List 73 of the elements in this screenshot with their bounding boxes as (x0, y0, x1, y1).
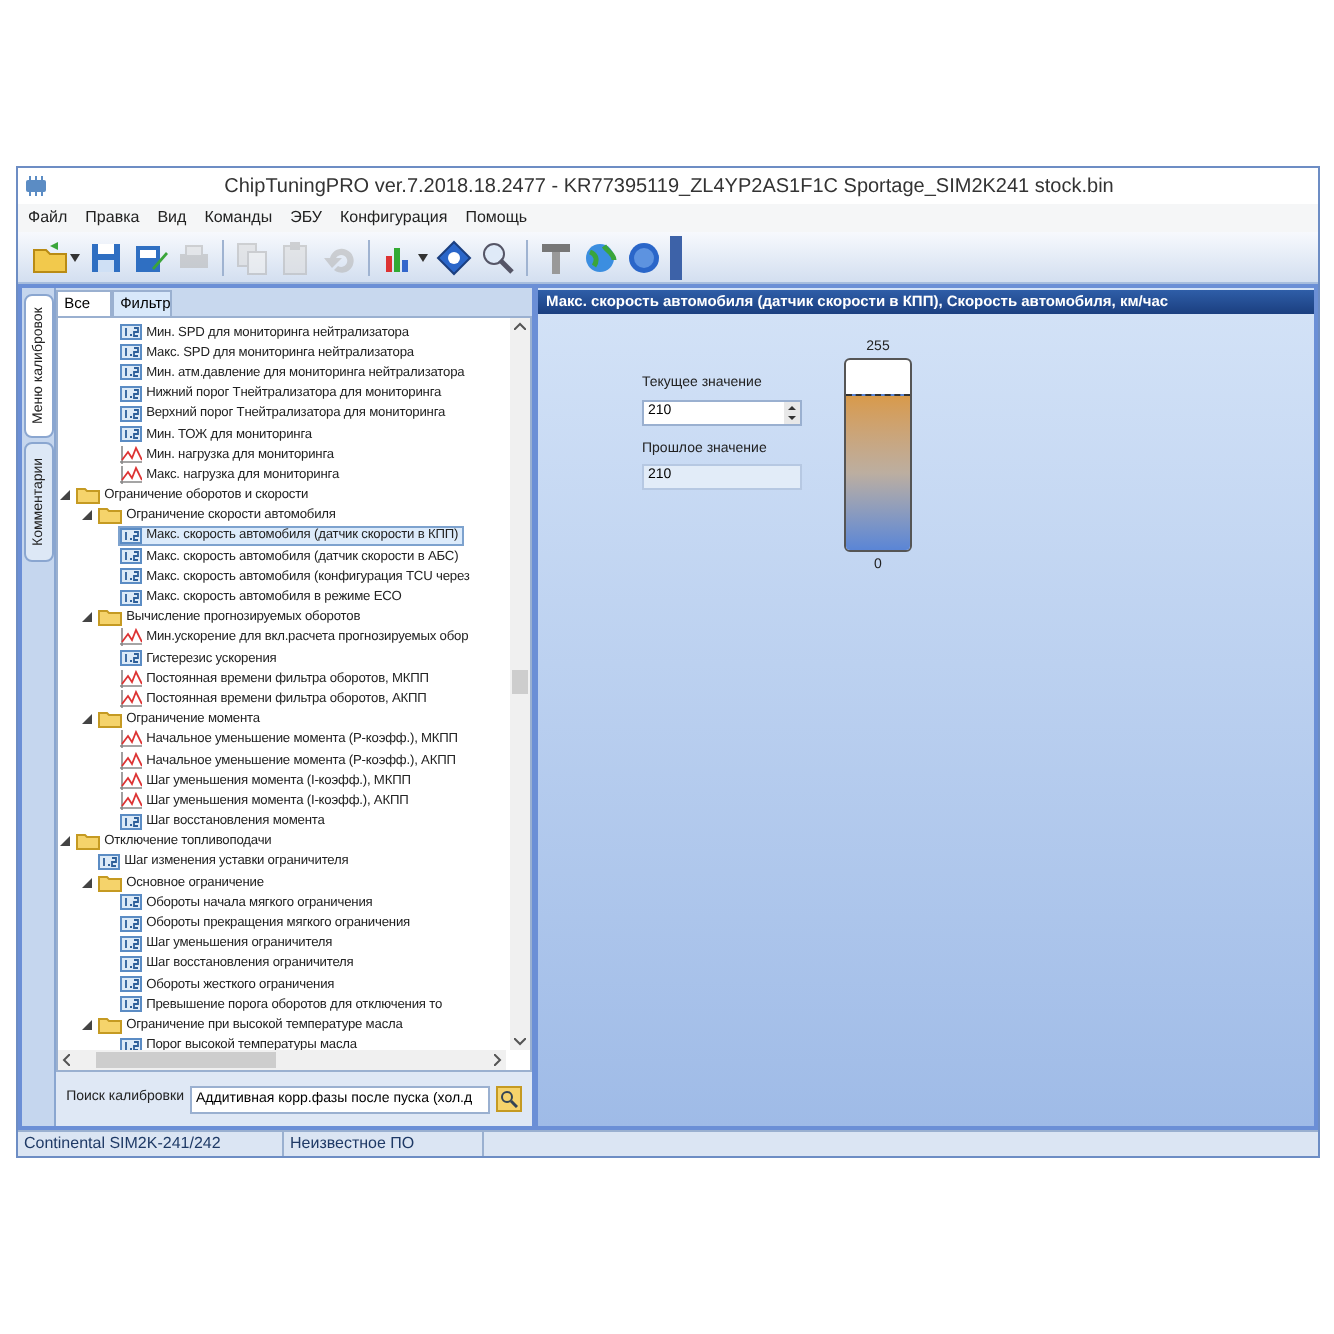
graph-icon (120, 465, 143, 484)
toolbar-overflow[interactable] (670, 235, 682, 279)
collapse-arrow-icon[interactable] (82, 612, 93, 623)
number-icon (98, 853, 121, 870)
number-icon (120, 935, 143, 952)
search-icon (500, 1090, 518, 1108)
number-icon (120, 589, 143, 606)
graph-icon (120, 771, 143, 790)
number-icon (120, 813, 143, 830)
folder-icon (32, 239, 68, 275)
menu-item[interactable]: Правка (85, 206, 140, 230)
collapse-arrow-icon[interactable] (82, 714, 93, 725)
graph-icon (120, 751, 143, 770)
horizontal-scrollbar[interactable] (58, 1050, 507, 1070)
collapse-arrow-icon[interactable] (60, 490, 71, 501)
app-icon (24, 176, 48, 196)
graph-icon (120, 730, 143, 749)
graph-icon (120, 669, 143, 688)
vertical-scrollbar[interactable] (510, 318, 530, 1050)
number-icon (120, 650, 143, 667)
menu-item[interactable]: Файл (28, 206, 68, 230)
number-icon (120, 426, 143, 443)
number-icon (120, 568, 143, 585)
number-icon (120, 955, 143, 972)
number-icon (120, 364, 143, 381)
scroll-right-icon[interactable] (494, 1054, 503, 1066)
menu-item[interactable]: ЭБУ (290, 206, 322, 230)
scroll-left-icon[interactable] (62, 1054, 71, 1066)
collapse-arrow-icon[interactable] (82, 877, 93, 888)
search-icon (480, 239, 516, 275)
diamond-icon (436, 239, 472, 275)
folder-icon (98, 873, 123, 892)
menu-item[interactable]: Команды (204, 206, 273, 230)
number-icon (120, 527, 143, 544)
scroll-down-icon[interactable] (514, 1038, 526, 1046)
folder-icon (98, 1015, 123, 1034)
toolbar-button[interactable] (432, 235, 476, 279)
collapse-arrow-icon[interactable] (60, 836, 71, 847)
copy-icon (234, 239, 270, 275)
graph-icon (120, 628, 143, 647)
collapse-arrow-icon[interactable] (82, 510, 93, 521)
folder-icon (98, 506, 123, 525)
search-button[interactable] (496, 1086, 522, 1112)
menu-item[interactable]: Помощь (465, 206, 528, 230)
graph-icon (120, 689, 143, 708)
caret-icon (418, 253, 428, 261)
number-icon (120, 548, 143, 565)
globe-icon (582, 239, 618, 275)
caret-icon (70, 253, 80, 261)
graph-icon (120, 445, 143, 464)
scrollbar-thumb[interactable] (512, 670, 528, 694)
number-icon (120, 915, 143, 932)
number-icon (120, 324, 143, 341)
folder-icon (76, 486, 101, 505)
scroll-up-icon[interactable] (514, 322, 526, 330)
menu-item[interactable]: Конфигурация (340, 206, 448, 230)
status-text: Неизвестное ПО (284, 1132, 484, 1156)
number-icon (120, 385, 143, 402)
graph-icon (120, 791, 143, 810)
folder-icon (98, 608, 123, 627)
number-icon (120, 894, 143, 911)
folder-icon (76, 832, 101, 851)
collapse-arrow-icon[interactable] (82, 1019, 93, 1030)
number-icon (120, 405, 143, 422)
window-title: ChipTuningPRO ver.7.2018.18.2477 - KR77395119_ZL4YP2AS1F1C Sportage_SIM2K241 stock.bin (222, 173, 1116, 201)
status-text: Continental SIM2K-241/242 (18, 1132, 284, 1156)
folder-icon (98, 710, 123, 729)
number-icon (120, 996, 143, 1013)
menu-item[interactable]: Вид (157, 206, 187, 230)
number-icon (120, 976, 143, 993)
number-icon (120, 344, 143, 361)
spin-arrows-icon[interactable] (784, 401, 800, 423)
scrollbar-thumb[interactable] (96, 1052, 277, 1068)
